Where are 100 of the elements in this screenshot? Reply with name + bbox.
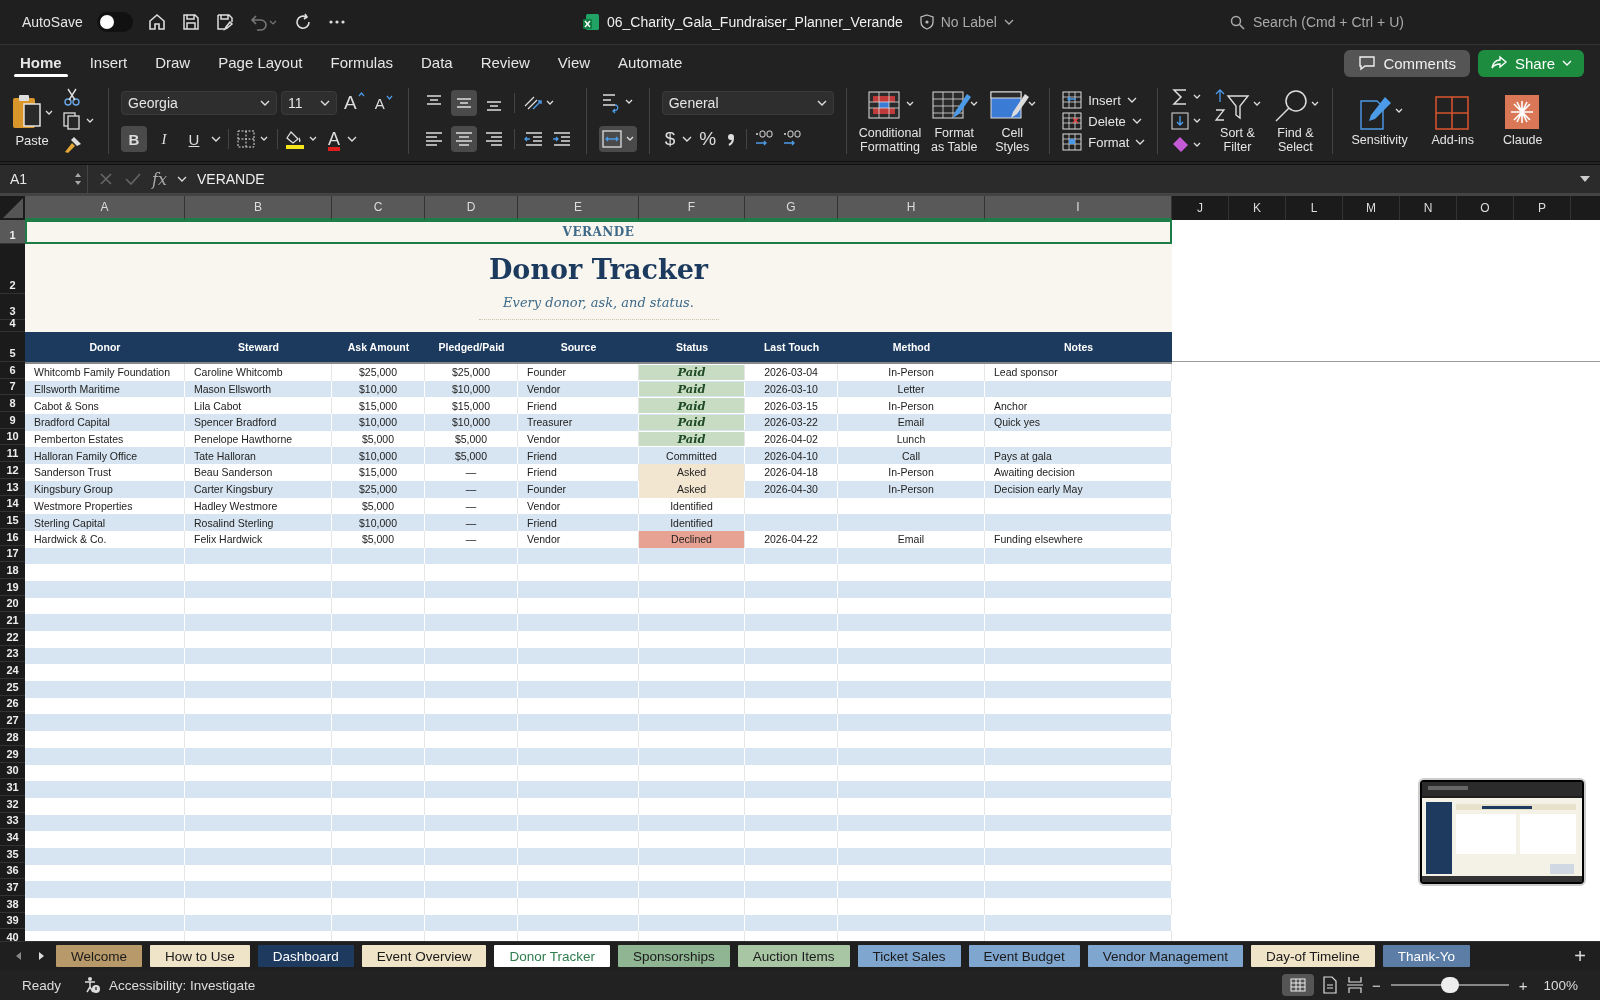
format-as-table-button[interactable]: Format as Table <box>929 87 980 155</box>
sort-filter-button[interactable]: Sort & Filter <box>1212 87 1263 155</box>
sheet-tab[interactable]: Dashboard <box>257 945 354 967</box>
ribbon-tab[interactable]: Data <box>407 47 467 79</box>
brand-cell[interactable]: VERANDE <box>25 220 1172 244</box>
autosave-toggle[interactable] <box>96 12 133 32</box>
sheet-tab[interactable]: Sponsorships <box>617 945 730 967</box>
caret-icon[interactable] <box>682 135 693 143</box>
ribbon-tab[interactable]: Insert <box>75 47 142 79</box>
format-painter-icon[interactable] <box>62 135 84 155</box>
normal-view-icon[interactable] <box>1281 974 1314 996</box>
column-header[interactable]: D <box>425 196 518 220</box>
search-field[interactable]: Search (Cmd + Ctrl + U) <box>1230 13 1520 31</box>
name-box[interactable]: A1 <box>0 165 88 193</box>
font-color-button[interactable]: A <box>325 128 343 150</box>
insert-cells-button[interactable]: Insert <box>1062 91 1146 109</box>
ribbon-tab[interactable]: Automate <box>604 47 697 79</box>
cell-styles-button[interactable]: Cell Styles <box>987 87 1038 155</box>
zoom-slider-thumb[interactable] <box>1440 977 1459 993</box>
table-cell: Email <box>838 530 985 548</box>
column-header[interactable]: G <box>745 196 838 220</box>
percent-button[interactable]: % <box>696 128 720 150</box>
table-cell: $25,000 <box>332 480 425 498</box>
format-cells-button[interactable]: Format <box>1062 133 1146 151</box>
align-middle-icon[interactable] <box>450 90 477 116</box>
page-layout-icon[interactable] <box>1321 976 1338 994</box>
table-cell: — <box>425 480 518 498</box>
sensitivity-label[interactable]: No Label <box>940 14 997 30</box>
column-header[interactable]: E <box>518 196 639 220</box>
save-icon[interactable] <box>180 12 201 32</box>
check-icon[interactable] <box>124 171 142 187</box>
sheet-tab[interactable]: Event Overview <box>361 945 487 967</box>
sheet-subtitle: Every donor, ask, and status. <box>503 295 694 310</box>
add-sheet-button[interactable]: + <box>1560 944 1600 968</box>
increase-font-button[interactable]: A <box>341 92 368 114</box>
claude-button[interactable]: Claude <box>1497 94 1548 148</box>
undo-icon[interactable] <box>248 12 279 32</box>
zoom-in-button[interactable]: + <box>1518 976 1528 994</box>
comments-button[interactable]: Comments <box>1344 49 1470 77</box>
cancel-icon[interactable] <box>98 171 114 187</box>
sheet-tab[interactable]: Event Budget <box>968 945 1080 967</box>
sheet-tab[interactable]: Day-of Timeline <box>1251 945 1375 967</box>
sheet-tab[interactable]: Ticket Sales <box>857 945 961 967</box>
font-style-button[interactable]: B <box>121 126 147 152</box>
align-center-icon[interactable] <box>450 126 477 152</box>
decrease-font-button[interactable]: A <box>371 94 396 112</box>
column-header[interactable]: H <box>838 196 985 220</box>
ribbon-tab[interactable]: Home <box>6 47 76 79</box>
sheet-tab[interactable]: Welcome <box>56 945 143 967</box>
sensitivity-button[interactable]: Sensitivity <box>1351 94 1408 148</box>
table-cell: In-Person <box>838 464 985 481</box>
column-header[interactable]: B <box>185 196 332 220</box>
caret-icon[interactable] <box>347 135 357 143</box>
table-cell: Spencer Bradford <box>185 414 332 431</box>
column-heading: Notes <box>1062 340 1095 355</box>
addins-button[interactable]: Add-ins <box>1427 94 1478 148</box>
ribbon-tab[interactable]: Formulas <box>316 47 407 79</box>
accessibility-icon[interactable] <box>83 976 102 994</box>
currency-button[interactable]: $ <box>661 128 679 150</box>
caret-icon[interactable] <box>176 175 187 183</box>
delete-cells-button[interactable]: Delete <box>1062 112 1146 130</box>
find-select-button[interactable]: Find & Select <box>1270 87 1321 155</box>
sheet-title: Donor Tracker <box>488 254 709 285</box>
borders-icon[interactable] <box>236 129 270 149</box>
table-cell: Sanderson Trust <box>25 464 185 481</box>
paste-button[interactable]: Paste <box>10 94 54 148</box>
font-name-dropdown[interactable]: Georgia <box>121 91 277 115</box>
share-button[interactable]: Share <box>1477 49 1584 77</box>
caret-icon[interactable] <box>211 135 221 143</box>
home-icon[interactable] <box>146 12 167 32</box>
shield-icon <box>919 14 934 30</box>
column-header[interactable]: F <box>639 196 745 220</box>
sheet-tab[interactable]: How to Use <box>150 945 250 967</box>
table-cell: $25,000 <box>332 364 425 381</box>
sheet-tab[interactable]: Vendor Management <box>1087 945 1243 967</box>
ribbon-tab[interactable]: Draw <box>141 47 205 79</box>
merge-center-icon[interactable] <box>598 126 637 152</box>
formula-field[interactable]: VERANDE <box>196 171 1568 187</box>
number-format-dropdown[interactable]: General <box>661 91 834 115</box>
ribbon-tab[interactable]: Page Layout <box>204 47 317 79</box>
font-style-button[interactable]: I <box>151 126 177 152</box>
save-as-icon[interactable] <box>214 12 235 32</box>
sheet-tab[interactable]: Donor Tracker <box>494 945 610 967</box>
page-break-icon[interactable] <box>1345 976 1364 994</box>
sheet-tab[interactable]: Auction Items <box>737 945 850 967</box>
copy-icon[interactable] <box>62 111 96 131</box>
font-style-button[interactable]: U <box>181 126 207 152</box>
table-cell: Whitcomb Family Foundation <box>25 364 185 381</box>
row-header[interactable]: 1 <box>0 220 25 244</box>
column-header[interactable]: A <box>25 196 185 220</box>
accessibility-status[interactable]: Accessibility: Investigate <box>109 977 256 993</box>
insert-function-button[interactable]: fx <box>152 169 167 189</box>
font-size-dropdown[interactable]: 11 <box>281 91 337 115</box>
ribbon-tab[interactable]: Review <box>466 47 544 79</box>
ribbon-tab[interactable]: View <box>543 47 605 79</box>
zoom-out-button[interactable]: − <box>1371 976 1381 994</box>
column-header[interactable]: I <box>985 196 1172 220</box>
conditional-formatting-button[interactable]: Conditional Formatting <box>858 87 922 155</box>
column-header[interactable]: C <box>332 196 425 220</box>
sheet-tab[interactable]: Thank-Yo <box>1382 945 1471 967</box>
